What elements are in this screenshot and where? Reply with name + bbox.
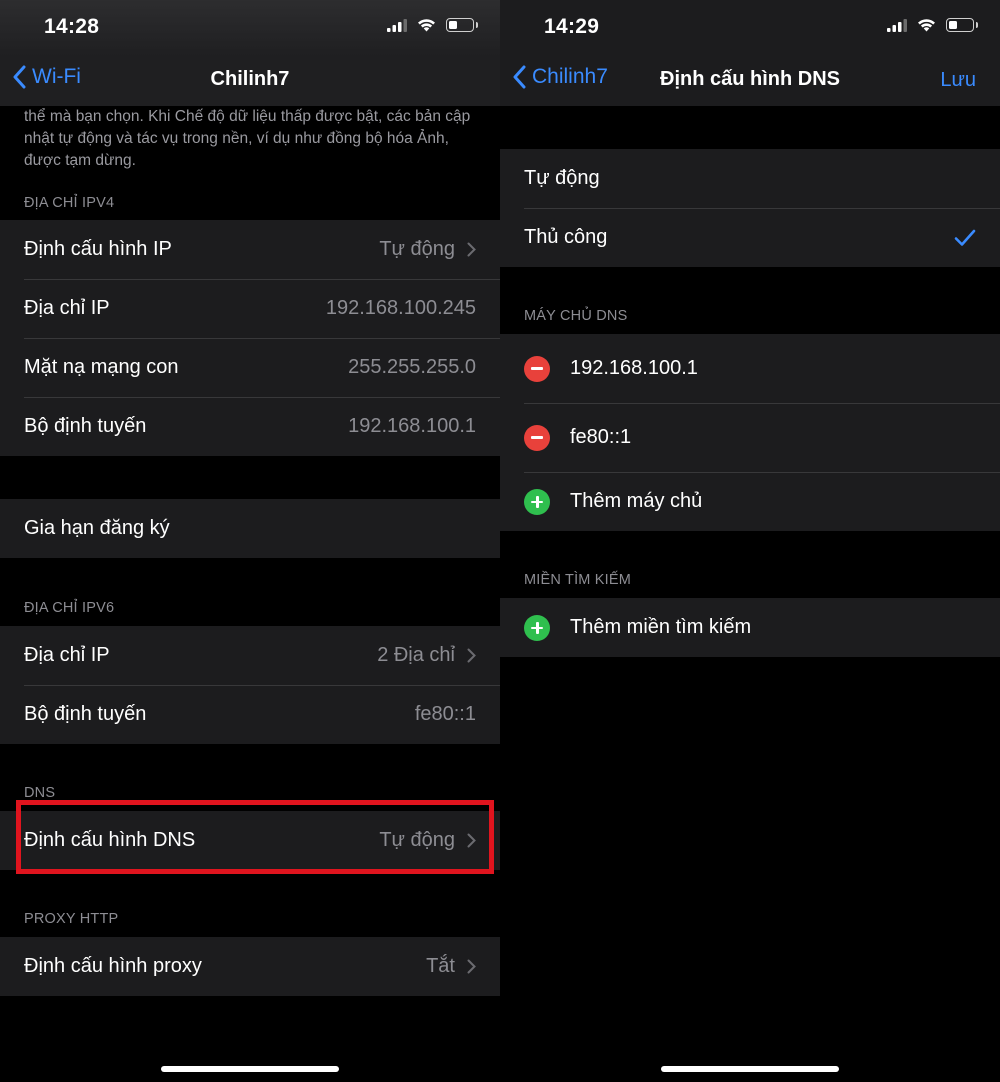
dns-mode-automatic-option[interactable]: Tự động	[500, 149, 1000, 208]
add-server-label: Thêm máy chủ	[570, 490, 703, 512]
ipv4-group: Định cấu hình IP Tự động Địa chỉ IP 192.…	[0, 220, 500, 456]
row-label: Định cấu hình proxy	[24, 955, 202, 977]
chevron-left-icon	[13, 65, 26, 89]
wifi-details-screen: 14:28 Wi-Fi Chilinh7 thể mà bạn chọn. Kh…	[0, 0, 500, 1082]
wifi-icon	[418, 19, 435, 32]
dns-server-row: 192.168.100.1	[500, 334, 1000, 403]
add-icon	[524, 614, 550, 641]
renew-lease-button[interactable]: Gia hạn đăng ký	[0, 499, 500, 558]
cellular-signal-icon	[887, 18, 907, 32]
save-button[interactable]: Lưu	[940, 69, 976, 92]
add-search-domain-button[interactable]: Thêm miền tìm kiếm	[500, 598, 1000, 657]
row-value: 192.168.100.1	[348, 415, 476, 437]
row-value: fe80::1	[414, 703, 476, 725]
minus-icon	[531, 436, 543, 439]
dns-mode-manual-option[interactable]: Thủ công	[500, 208, 1000, 267]
low-data-mode-footer: thể mà bạn chọn. Khi Chế độ dữ liệu thấp…	[24, 108, 471, 169]
chevron-right-icon	[467, 959, 476, 974]
row-value: 255.255.255.0	[348, 356, 476, 378]
configure-dns-screen: 14:29 Chilinh7 Định cấu hình DNS Lưu Tự …	[500, 0, 1000, 1082]
battery-icon	[946, 18, 978, 32]
wifi-icon	[918, 19, 935, 32]
home-indicator[interactable]	[661, 1066, 839, 1072]
renew-lease-label: Gia hạn đăng ký	[24, 517, 170, 539]
row-value: Tự động	[379, 238, 455, 260]
dns-section-header: DNS	[24, 785, 56, 801]
renew-lease-group: Gia hạn đăng ký	[0, 499, 500, 558]
row-label: Bộ định tuyến	[24, 703, 147, 725]
ipv6-addresses-row[interactable]: Địa chỉ IP 2 Địa chỉ	[0, 626, 500, 685]
dns-server-row: fe80::1	[500, 403, 1000, 472]
dns-servers-group: 192.168.100.1 fe80::1 Thêm máy chủ	[500, 334, 1000, 531]
plus-icon	[531, 495, 543, 508]
row-value: 192.168.100.245	[325, 297, 476, 319]
ip-address-row: Địa chỉ IP 192.168.100.245	[0, 279, 500, 338]
home-indicator[interactable]	[161, 1066, 339, 1072]
add-icon	[524, 488, 550, 515]
status-bar: 14:29	[500, 0, 1000, 56]
proxy-group: Định cấu hình proxy Tắt	[0, 937, 500, 996]
status-bar: 14:28	[0, 0, 500, 56]
row-label: Địa chỉ IP	[24, 644, 110, 666]
configure-proxy-row[interactable]: Định cấu hình proxy Tắt	[0, 937, 500, 996]
dns-group: Định cấu hình DNS Tự động	[0, 811, 500, 870]
navigation-bar: Wi-Fi Chilinh7	[0, 56, 500, 106]
row-value: Tự động	[379, 829, 455, 851]
chevron-right-icon	[467, 242, 476, 257]
delete-server-button[interactable]	[524, 424, 550, 451]
row-label: Mặt nạ mạng con	[24, 356, 179, 378]
add-server-button[interactable]: Thêm máy chủ	[500, 472, 1000, 531]
configure-dns-row[interactable]: Định cấu hình DNS Tự động	[0, 811, 500, 870]
row-label: Địa chỉ IP	[24, 297, 110, 319]
option-label: Thủ công	[524, 226, 608, 248]
dns-server-address[interactable]: fe80::1	[570, 426, 976, 449]
router-row: Bộ định tuyến 192.168.100.1	[0, 397, 500, 456]
configure-ip-row[interactable]: Định cấu hình IP Tự động	[0, 220, 500, 279]
proxy-section-header: PROXY HTTP	[24, 911, 119, 927]
ipv4-section-header: ĐỊA CHỈ IPV4	[24, 195, 115, 211]
row-value: Tắt	[426, 955, 455, 977]
plus-icon	[531, 621, 543, 634]
row-value: 2 Địa chỉ	[377, 644, 455, 666]
back-button-label: Chilinh7	[532, 65, 608, 88]
ipv6-section-header: ĐỊA CHỈ IPV6	[24, 600, 115, 616]
minus-icon	[531, 367, 543, 370]
dns-mode-group: Tự động Thủ công	[500, 149, 1000, 267]
row-label: Bộ định tuyến	[24, 415, 147, 437]
option-label: Tự động	[524, 167, 600, 189]
row-label: Định cấu hình DNS	[24, 829, 196, 851]
status-time: 14:28	[44, 15, 100, 38]
back-to-wifi-button[interactable]: Wi-Fi	[12, 65, 81, 89]
checkmark-icon	[954, 229, 976, 246]
dns-server-address[interactable]: 192.168.100.1	[570, 357, 976, 380]
delete-server-button[interactable]	[524, 355, 550, 382]
navigation-bar: Chilinh7 Định cấu hình DNS Lưu	[500, 56, 1000, 106]
search-domains-section-header: MIỀN TÌM KIẾM	[524, 572, 632, 588]
status-time: 14:29	[544, 15, 600, 38]
back-button-label: Wi-Fi	[32, 65, 81, 88]
back-to-network-button[interactable]: Chilinh7	[512, 65, 608, 89]
row-label: Định cấu hình IP	[24, 238, 172, 260]
chevron-right-icon	[467, 648, 476, 663]
cellular-signal-icon	[387, 18, 407, 32]
search-domains-group: Thêm miền tìm kiếm	[500, 598, 1000, 657]
chevron-right-icon	[467, 833, 476, 848]
battery-icon	[446, 18, 478, 32]
ipv6-router-row: Bộ định tuyến fe80::1	[0, 685, 500, 744]
dns-servers-section-header: MÁY CHỦ DNS	[524, 308, 628, 324]
subnet-mask-row: Mặt nạ mạng con 255.255.255.0	[0, 338, 500, 397]
add-search-domain-label: Thêm miền tìm kiếm	[570, 616, 752, 638]
chevron-left-icon	[513, 65, 526, 89]
ipv6-group: Địa chỉ IP 2 Địa chỉ Bộ định tuyến fe80:…	[0, 626, 500, 744]
